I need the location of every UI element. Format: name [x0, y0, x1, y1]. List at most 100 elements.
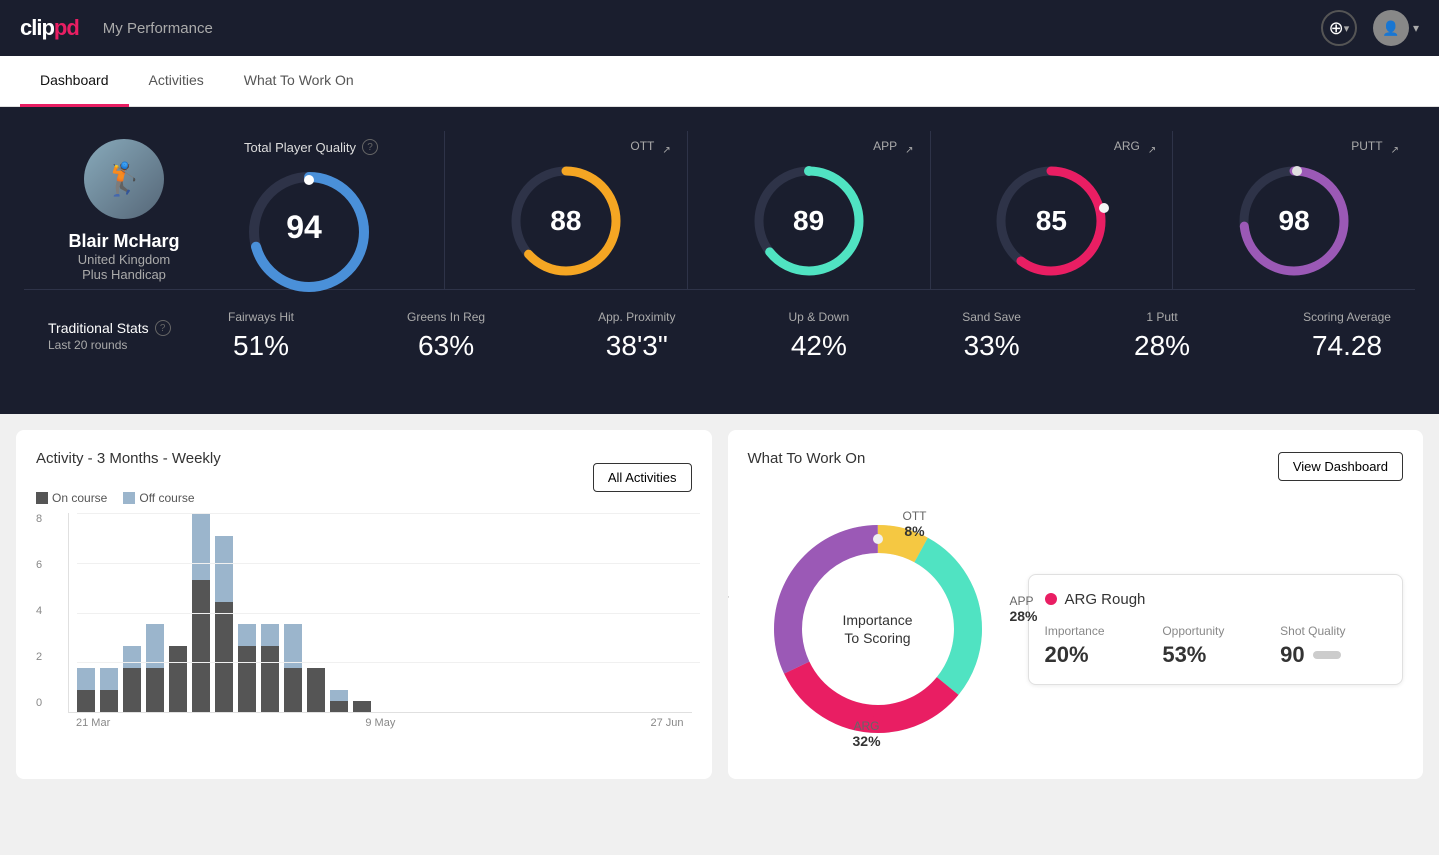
- stat-updown-label: Up & Down: [789, 310, 850, 324]
- stat-oneputt-label: 1 Putt: [1146, 310, 1177, 324]
- logo-clip: clip: [20, 15, 54, 40]
- x-label-mar: 21 Mar: [76, 717, 110, 729]
- chart-title-section: Activity - 3 Months - Weekly On course O…: [36, 450, 221, 505]
- bar-13: [353, 701, 371, 712]
- view-dashboard-button[interactable]: View Dashboard: [1278, 452, 1403, 481]
- stat-fairways-value: 51%: [233, 330, 289, 362]
- trad-label-col: Traditional Stats ? Last 20 rounds: [48, 320, 228, 352]
- putt-donut-value: 32%: [728, 608, 729, 624]
- bar-11: [307, 668, 325, 712]
- player-handicap: Plus Handicap: [82, 267, 166, 282]
- bar-7-on: [215, 602, 233, 712]
- stat-updown-value: 42%: [791, 330, 847, 362]
- gridline-8: [77, 513, 700, 514]
- user-avatar[interactable]: 👤: [1373, 10, 1409, 46]
- app-trend: ↗: [905, 145, 913, 156]
- opportunity-label: Opportunity: [1162, 624, 1268, 638]
- insight-opportunity: Opportunity 53%: [1162, 624, 1268, 668]
- y-label-4: 4: [36, 605, 42, 617]
- wtwo-panel: What To Work On View Dashboard: [728, 430, 1424, 779]
- tpq-info-icon[interactable]: ?: [362, 139, 378, 155]
- bar-12: [330, 690, 348, 712]
- insight-card: ARG Rough Importance 20% Opportunity 53%…: [1028, 574, 1404, 685]
- tpq-label-row: Total Player Quality ?: [244, 139, 378, 155]
- putt-trend: ↗: [1391, 145, 1399, 156]
- tpq-section: Total Player Quality ? 94: [224, 131, 444, 289]
- tpq-gauge: 94: [244, 167, 364, 287]
- arg-donut-label: ARG: [853, 719, 881, 733]
- stat-oneputt-value: 28%: [1134, 330, 1190, 362]
- tab-activities[interactable]: Activities: [129, 56, 224, 107]
- bar-1: [77, 668, 95, 712]
- ott-donut-value: 8%: [903, 523, 927, 539]
- avatar-image: 🏌️: [84, 139, 164, 219]
- bar-8-on: [238, 646, 256, 712]
- opportunity-value: 53%: [1162, 642, 1268, 668]
- chart-container: 0 2 4 6 8: [36, 513, 692, 729]
- bar-1-on: [77, 690, 95, 712]
- bar-7-off: [215, 536, 233, 602]
- app-donut-label: APP: [1009, 594, 1037, 608]
- insight-shot-quality: Shot Quality 90: [1280, 624, 1386, 668]
- importance-label: Importance: [1045, 624, 1151, 638]
- gridline-4: [77, 613, 700, 614]
- trad-info-icon[interactable]: ?: [155, 320, 171, 336]
- insight-title-row: ARG Rough: [1045, 591, 1387, 608]
- y-label-6: 6: [36, 559, 42, 571]
- avatar-icon: 👤: [1382, 20, 1399, 37]
- arg-trend: ↗: [1148, 145, 1156, 156]
- wtwo-title: What To Work On: [748, 450, 866, 467]
- stat-scoring-avg: Scoring Average 74.28: [1303, 310, 1391, 362]
- wtwo-content: ImportanceTo Scoring OTT 8% APP 28% ARG …: [748, 499, 1404, 759]
- bar-10: [284, 624, 302, 712]
- y-label-0: 0: [36, 697, 42, 709]
- trad-sublabel: Last 20 rounds: [48, 338, 228, 352]
- activity-panel: Activity - 3 Months - Weekly On course O…: [16, 430, 712, 779]
- bar-9-on: [261, 646, 279, 712]
- shot-quality-row: 90: [1280, 642, 1386, 668]
- donut-center-label: ImportanceTo Scoring: [842, 611, 912, 647]
- bar-6-on: [192, 580, 210, 712]
- header-title: My Performance: [103, 20, 213, 37]
- legend-off-dot: [123, 492, 135, 504]
- bar-1-off: [77, 668, 95, 690]
- tab-dashboard[interactable]: Dashboard: [20, 56, 129, 107]
- arg-donut-value: 32%: [853, 733, 881, 749]
- score-arg: ARG ↗ 85: [931, 131, 1174, 289]
- plus-icon: ⊕: [1329, 18, 1344, 39]
- all-activities-button[interactable]: All Activities: [593, 463, 692, 492]
- bar-5: [169, 646, 187, 712]
- importance-value: 20%: [1045, 642, 1151, 668]
- stat-sand-save: Sand Save 33%: [962, 310, 1021, 362]
- bar-4-on: [146, 668, 164, 712]
- bar-2: [100, 668, 118, 712]
- arg-label-row: ARG ↗: [947, 139, 1157, 161]
- stat-up-down: Up & Down 42%: [789, 310, 850, 362]
- avatar-section[interactable]: 👤 ▾: [1373, 10, 1419, 46]
- legend-on-course: On course: [36, 491, 107, 505]
- bar-6-off: [192, 514, 210, 580]
- bar-13-on: [353, 701, 371, 712]
- add-chevron: ▾: [1344, 22, 1350, 35]
- insight-title: ARG Rough: [1065, 591, 1146, 608]
- add-button[interactable]: ⊕ ▾: [1321, 10, 1357, 46]
- stat-sand-value: 33%: [964, 330, 1020, 362]
- tab-what-to-work-on[interactable]: What To Work On: [224, 56, 374, 107]
- player-info: 🏌️ Blair McHarg United Kingdom Plus Hand…: [24, 131, 224, 282]
- score-putt: PUTT ↗ 98: [1173, 131, 1415, 289]
- insight-dot: [1045, 593, 1057, 605]
- bar-11-on: [307, 668, 325, 712]
- logo-text: clippd: [20, 15, 79, 41]
- ott-label-row: OTT ↗: [461, 139, 671, 161]
- donut-label-arg: ARG 32%: [853, 719, 881, 749]
- ott-label: OTT: [630, 139, 654, 153]
- bar-2-off: [100, 668, 118, 690]
- app-donut-value: 28%: [1009, 608, 1037, 624]
- donut-label-putt: PUTT 32%: [728, 594, 729, 624]
- chart-title: Activity - 3 Months - Weekly: [36, 450, 221, 467]
- bar-4: [146, 624, 164, 712]
- stat-greens-value: 63%: [418, 330, 474, 362]
- player-name: Blair McHarg: [68, 231, 179, 252]
- bar-10-on: [284, 668, 302, 712]
- stat-greens-label: Greens In Reg: [407, 310, 485, 324]
